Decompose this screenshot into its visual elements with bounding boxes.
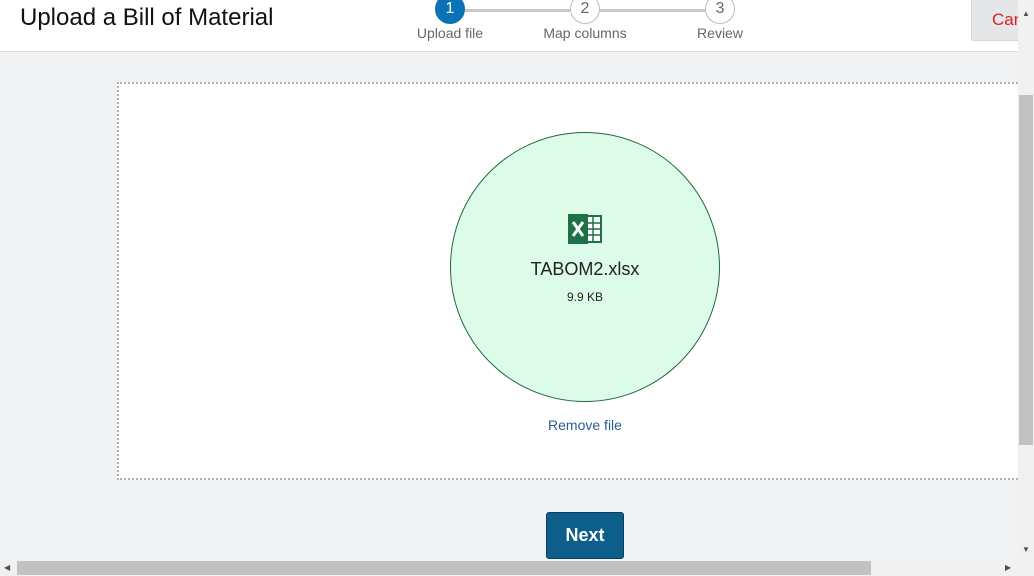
step-1-indicator: 1 [435, 0, 465, 24]
header-bar: Upload a Bill of Material 1 Upload file … [0, 0, 1031, 52]
vertical-scrollbar-thumb[interactable] [1019, 95, 1033, 445]
next-button[interactable]: Next [546, 512, 624, 559]
scroll-down-arrow-icon[interactable]: ▼ [1022, 546, 1030, 554]
stepper: 1 Upload file 2 Map columns 3 Review [0, 0, 1018, 51]
step-connector [465, 9, 570, 12]
horizontal-scrollbar-thumb[interactable] [17, 561, 871, 575]
step-2-label: Map columns [543, 25, 627, 41]
scroll-left-arrow-icon[interactable]: ◀ [4, 564, 10, 572]
scroll-up-arrow-icon[interactable]: ▲ [1022, 10, 1030, 18]
excel-file-icon [568, 214, 602, 244]
file-size: 9.9 KB [566, 290, 604, 304]
step-3-indicator: 3 [705, 0, 735, 24]
scroll-right-arrow-icon[interactable]: ▶ [1005, 564, 1011, 572]
step-3-label: Review [697, 25, 743, 41]
file-name: TABOM2.xlsx [530, 259, 640, 279]
remove-file-link[interactable]: Remove file [485, 417, 685, 433]
step-2-indicator: 2 [570, 0, 600, 24]
step-connector [600, 9, 705, 12]
step-1-label: Upload file [416, 25, 484, 41]
